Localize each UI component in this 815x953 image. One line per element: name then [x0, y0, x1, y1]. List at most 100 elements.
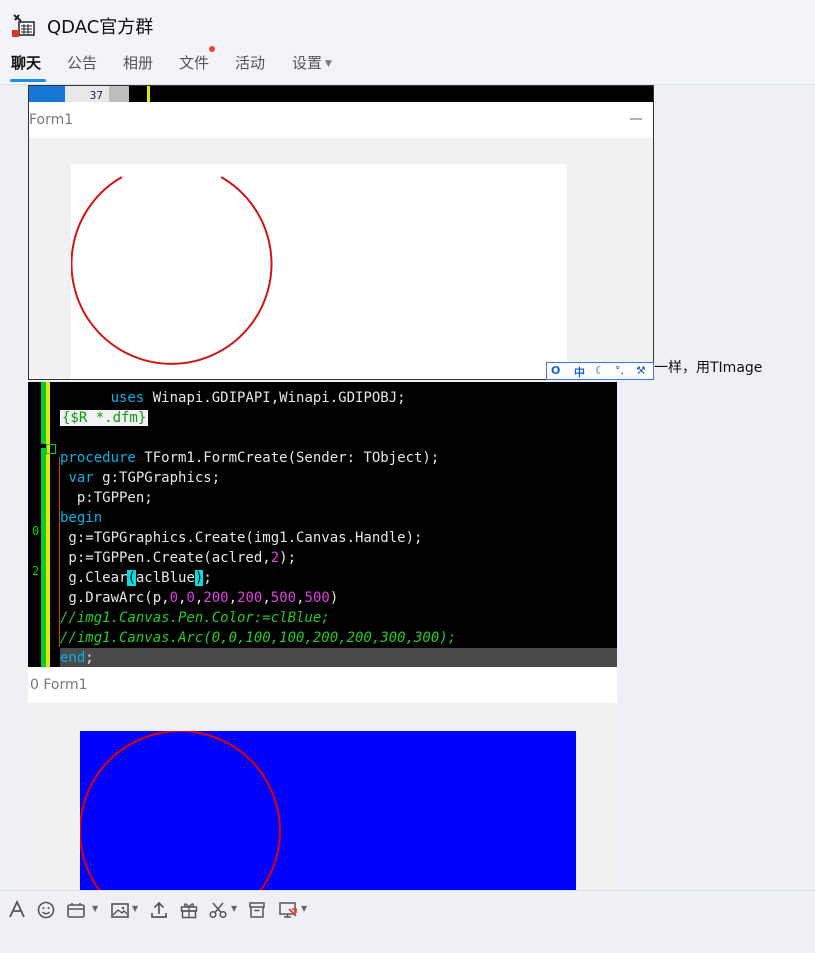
tab-settings[interactable]: 设置 ▼ — [292, 52, 332, 73]
chat-image-form1-screenshot[interactable]: 37 Form1 — — [28, 85, 654, 380]
code-token: procedure — [60, 450, 136, 466]
code-line: end; — [60, 648, 94, 667]
code-token: p:TGPPen; — [60, 490, 153, 506]
form2-title-text: Form1 — [43, 677, 88, 693]
group-title: QDAC官方群 — [47, 17, 154, 38]
ide-strip-gray — [109, 86, 129, 102]
code-token: TForm1.FormCreate(Sender: TObject); — [135, 450, 440, 466]
code-token: var — [68, 470, 94, 486]
image-canvas-white — [71, 164, 567, 379]
code-token: p:=TGPPen.Create(aclred, — [60, 550, 271, 566]
chat-image-form1-result[interactable]: 0 Form1 — [28, 667, 617, 890]
code-token: ) — [329, 590, 339, 606]
notification-dot — [209, 46, 215, 52]
archive-icon[interactable] — [248, 900, 266, 922]
font-icon[interactable] — [8, 900, 26, 922]
ime-punct: °, — [615, 364, 624, 377]
code-token: g:=TGPGraphics.Create(img1.Canvas.Handle… — [60, 530, 423, 546]
tab-album[interactable]: 相册 — [123, 52, 153, 73]
highlighted-line — [60, 648, 617, 667]
code-token: ; — [203, 570, 212, 586]
ide-strip: 37 — [29, 86, 653, 102]
code-token: //img1.Canvas.Arc(0,0,100,100,200,200,30… — [60, 630, 457, 646]
code-line: //img1.Canvas.Arc(0,0,100,100,200,200,30… — [60, 628, 456, 648]
screenshot-icon[interactable]: ▼ — [66, 900, 98, 922]
input-toolbar: ▼ ▼ ▼ ▼ — [0, 890, 815, 953]
code-token: begin — [60, 510, 103, 526]
tab-files[interactable]: 文件 — [179, 52, 209, 73]
red-circle-drawing — [80, 731, 281, 890]
image-icon[interactable]: ▼ — [110, 900, 138, 922]
code-line: g:=TGPGraphics.Create(img1.Canvas.Handle… — [60, 528, 422, 548]
code-token: g.DrawArc(p, — [60, 590, 170, 606]
code-token: 200 — [237, 590, 263, 606]
app-header: QDAC官方群 聊天 公告 相册 文件 活动 设置 ▼ — [0, 0, 815, 85]
gift-icon[interactable] — [179, 900, 199, 922]
emoji-icon[interactable] — [37, 900, 55, 922]
code-line: {$R *.dfm} — [60, 408, 149, 428]
code-token: 500 — [270, 590, 297, 606]
code-token: ( — [127, 570, 136, 586]
code-line: p:=TGPPen.Create(aclred,2); — [60, 548, 296, 568]
code-line: procedure TForm1.FormCreate(Sender: TObj… — [60, 448, 439, 468]
chevron-down-icon: ▼ — [325, 59, 332, 69]
chat-image-code-screenshot[interactable]: 0 2 uses Winapi.GDIPAPI,Winapi.GDIPOBJ; {… — [28, 382, 617, 667]
message-text: 一样，用TImage — [654, 360, 763, 376]
minimize-icon: — — [629, 111, 643, 127]
fold-toggle-icon — [46, 444, 56, 454]
code-token: , — [296, 590, 305, 606]
upload-icon[interactable] — [150, 900, 168, 922]
code-line: g.DrawArc(p,0,0,200,200,500,500) — [60, 588, 338, 608]
form-titlebar: Form1 — — [29, 102, 653, 138]
group-avatar-icon[interactable] — [12, 12, 36, 38]
code-token: {$R *.dfm} — [60, 410, 149, 426]
form2-titlebar: 0 Form1 — [28, 667, 617, 703]
ime-toolbar: O 中 ☾ °, ⚒ — [546, 362, 654, 380]
wrench-icon: ⚒ — [636, 364, 646, 377]
code-token: g.Clear — [60, 570, 128, 586]
code-line: var g:TGPGraphics; — [60, 468, 220, 488]
chevron-down-icon: ▼ — [231, 904, 238, 913]
code-line: begin — [60, 508, 102, 528]
ime-circle-icon: O — [551, 364, 561, 377]
form2-title-prefix: 0 — [30, 677, 39, 693]
tab-announcement[interactable]: 公告 — [67, 52, 97, 73]
code-token: ; — [85, 650, 94, 666]
gutter-mark-0: 0 — [32, 524, 40, 538]
code-token: 500 — [304, 590, 330, 606]
code-line: //img1.Canvas.Pen.Color:=clBlue; — [60, 608, 330, 628]
ime-lang: 中 — [574, 366, 585, 379]
code-token: , — [228, 590, 238, 606]
active-tab-indicator — [10, 79, 46, 82]
code-token: //img1.Canvas.Pen.Color:=clBlue; — [60, 610, 330, 626]
gutter-mark-1: 2 — [32, 564, 40, 578]
red-arc-drawing — [71, 176, 273, 365]
ide-line-number-text: 37 — [89, 89, 103, 102]
image-canvas-blue — [80, 731, 576, 890]
ide-strip-yellow — [147, 86, 150, 102]
code-token: 200 — [203, 590, 229, 606]
code-token: end — [60, 650, 86, 666]
chevron-down-icon: ▼ — [92, 904, 99, 913]
remote-icon[interactable]: ▼ — [278, 900, 307, 922]
form-title: Form1 — [29, 112, 74, 128]
ide-line-number: 37 — [65, 86, 109, 102]
code-token: g:TGPGraphics; — [93, 470, 221, 486]
code-line: g.Clear(aclBlue); — [60, 568, 212, 588]
code-token: 2 — [270, 550, 280, 566]
chat-message-area[interactable]: 37 Form1 — O 中 ☾ °, ⚒ 一样，用TImage 0 2 use… — [0, 85, 815, 890]
moon-icon: ☾ — [595, 364, 605, 377]
code-line: p:TGPPen; — [60, 488, 153, 508]
code-token: Winapi.GDIPAPI,Winapi.GDIPOBJ; — [144, 390, 406, 406]
code-token: 0 — [186, 590, 195, 606]
gutter-changed-bar — [46, 382, 50, 667]
form2-title: 0 Form1 — [30, 677, 88, 693]
ide-strip-blue — [29, 86, 65, 102]
code-token: uses — [110, 390, 145, 406]
tab-chat[interactable]: 聊天 — [11, 52, 41, 73]
tab-activity[interactable]: 活动 — [235, 52, 265, 73]
code-line: uses Winapi.GDIPAPI,Winapi.GDIPOBJ; — [60, 388, 406, 408]
code-token: 0 — [169, 590, 179, 606]
scissors-icon[interactable]: ▼ — [208, 900, 237, 922]
